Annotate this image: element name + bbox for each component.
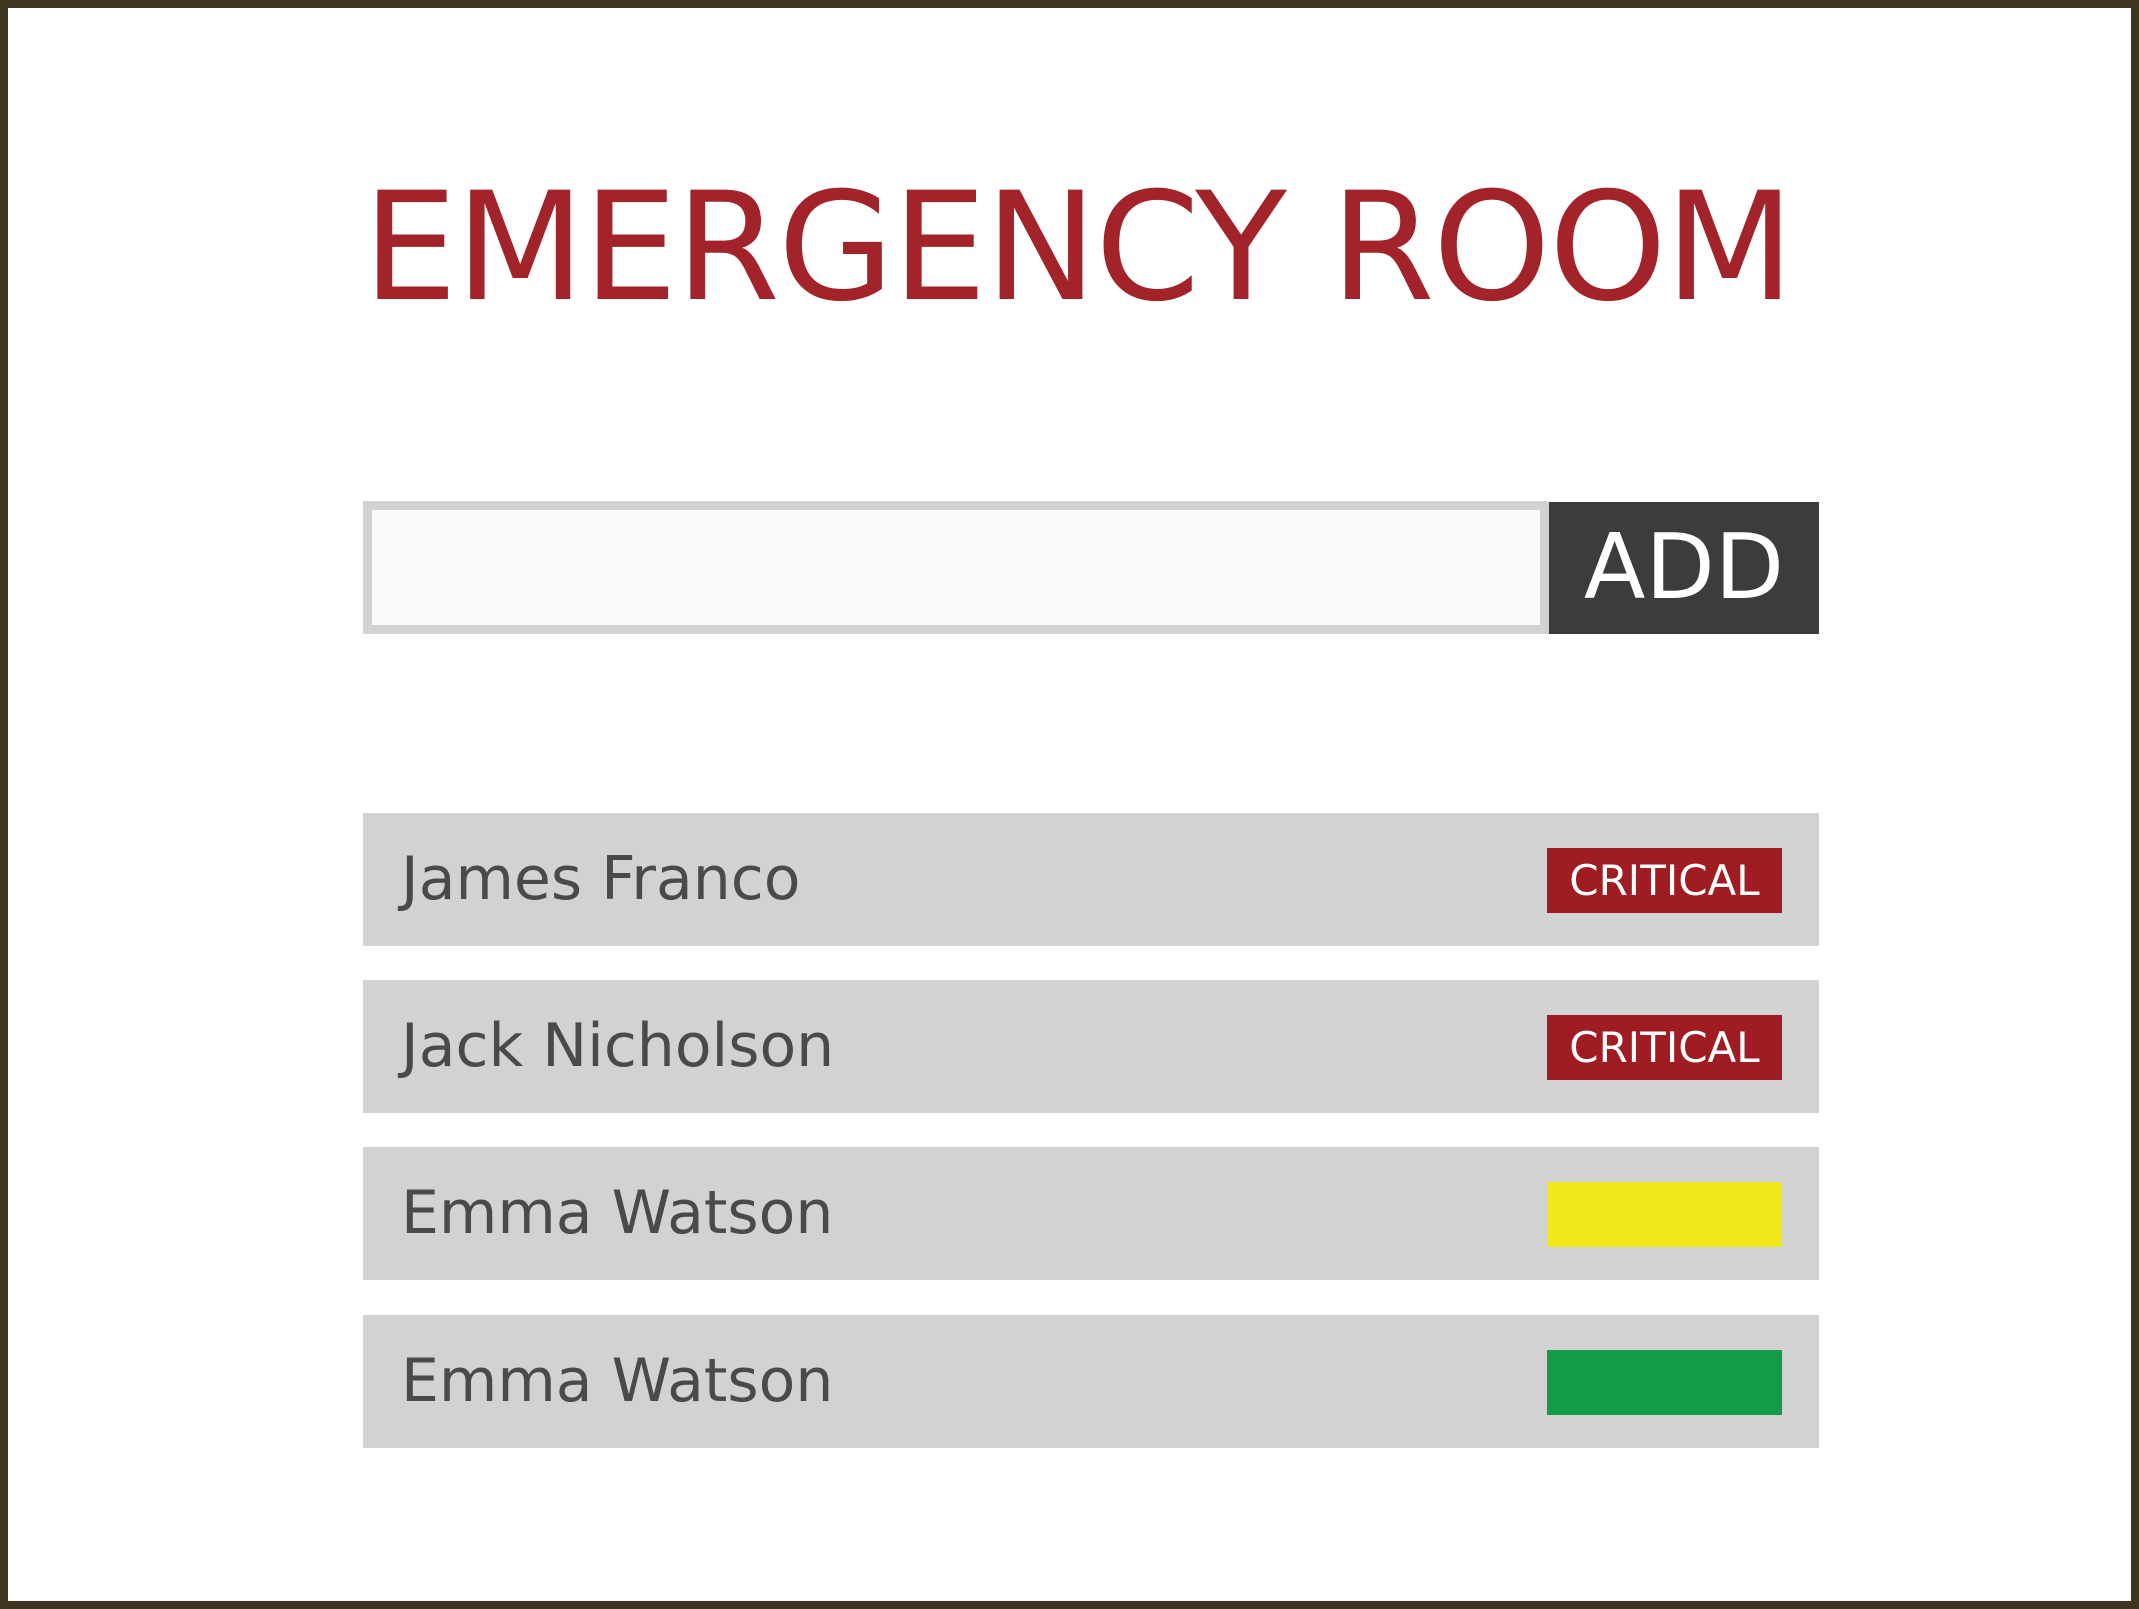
add-button[interactable]: ADD — [1549, 502, 1819, 634]
status-badge[interactable] — [1547, 1350, 1782, 1415]
status-badge[interactable]: CRITICAL — [1547, 848, 1782, 913]
patient-row[interactable]: Emma Watson — [363, 1147, 1819, 1280]
patient-name: Emma Watson — [401, 1178, 834, 1248]
window-frame: EMERGENCY ROOM ADD James Franco CRITICAL… — [0, 0, 2139, 1609]
patient-name: Jack Nicholson — [401, 1011, 835, 1081]
page-title: EMERGENCY ROOM — [362, 161, 1795, 335]
patient-row[interactable]: Jack Nicholson CRITICAL — [363, 980, 1819, 1113]
status-badge[interactable]: CRITICAL — [1547, 1015, 1782, 1080]
patient-row[interactable]: Emma Watson — [363, 1315, 1819, 1448]
patient-name-input[interactable] — [363, 501, 1549, 634]
patient-name: James Franco — [401, 844, 801, 914]
patient-row[interactable]: James Franco CRITICAL — [363, 813, 1819, 946]
patient-name: Emma Watson — [401, 1346, 834, 1416]
status-badge[interactable] — [1547, 1182, 1782, 1247]
